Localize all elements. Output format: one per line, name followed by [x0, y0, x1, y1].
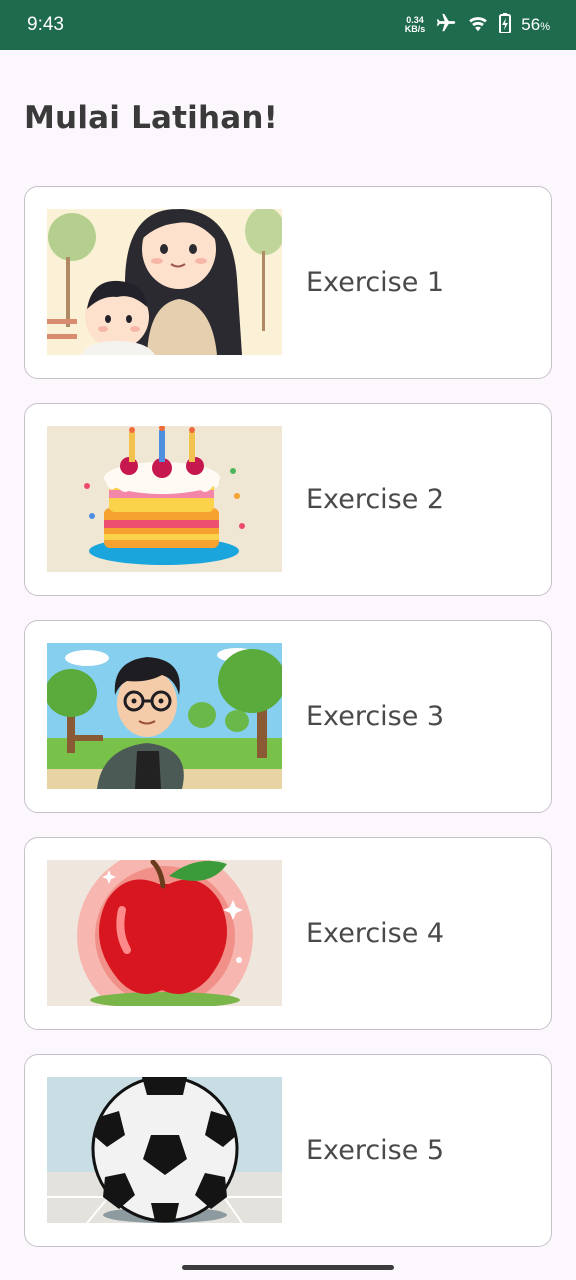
- mother-and-baby-illustration: [47, 209, 282, 355]
- status-icons: 0.34 KB/s 56%: [405, 12, 550, 38]
- network-speed: 0.34 KB/s: [405, 16, 426, 34]
- home-indicator[interactable]: [182, 1265, 394, 1270]
- exercise-label: Exercise 1: [306, 266, 445, 298]
- exercise-card-2[interactable]: Exercise 2: [24, 403, 552, 596]
- page-title: Mulai Latihan!: [24, 100, 278, 136]
- exercise-label: Exercise 4: [306, 917, 445, 949]
- exercise-card-3[interactable]: Exercise 3: [24, 620, 552, 813]
- exercise-card-1[interactable]: Exercise 1: [24, 186, 552, 379]
- birthday-cake-illustration: [47, 426, 282, 572]
- wifi-icon: [467, 13, 489, 37]
- battery-percent-value: 56: [521, 15, 541, 34]
- airplane-mode-icon: [435, 12, 457, 38]
- status-time: 9:43: [27, 14, 64, 35]
- exercise-label: Exercise 2: [306, 483, 445, 515]
- battery-percent: 56%: [521, 15, 550, 35]
- battery-percent-unit: %: [540, 21, 550, 33]
- status-bar: 9:43 0.34 KB/s 56%: [0, 0, 576, 50]
- man-in-park-illustration: [47, 643, 282, 789]
- battery-charging-icon: [499, 13, 512, 37]
- exercise-label: Exercise 3: [306, 700, 445, 732]
- exercise-label: Exercise 5: [306, 1134, 445, 1166]
- exercise-card-5[interactable]: Exercise 5: [24, 1054, 552, 1247]
- network-speed-unit: KB/s: [404, 24, 426, 34]
- exercise-card-4[interactable]: Exercise 4: [24, 837, 552, 1030]
- red-apple-illustration: [47, 860, 282, 1006]
- soccer-ball-illustration: [47, 1077, 282, 1223]
